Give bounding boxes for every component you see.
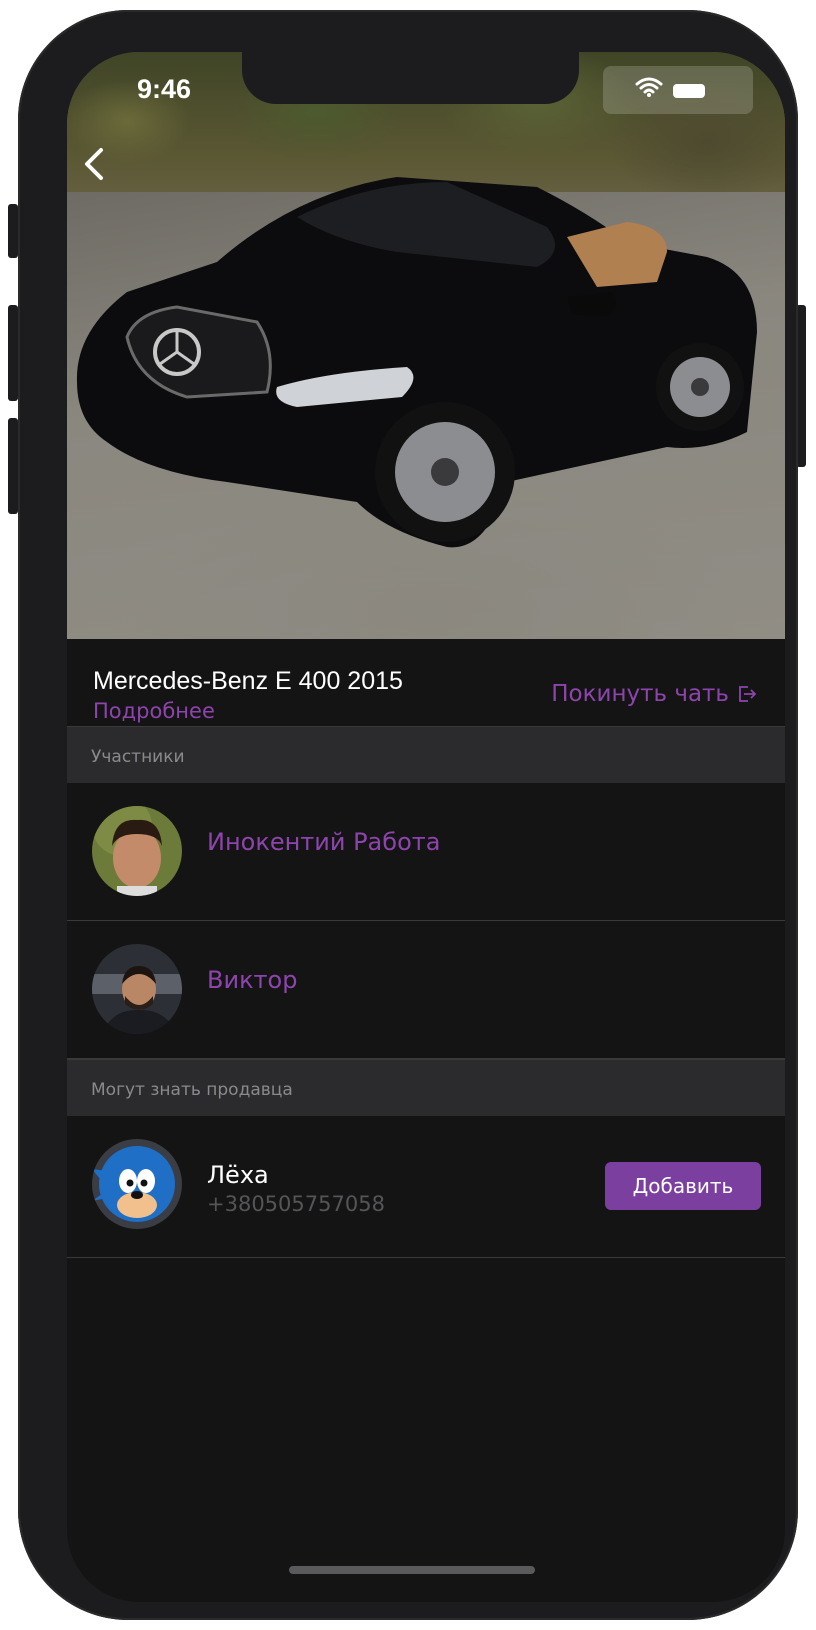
screen: 9:46 Mercedes-Benz E 400 2015 Подробнее … — [67, 52, 785, 1602]
chevron-left-icon[interactable] — [75, 142, 115, 186]
add-contact-button[interactable]: Добавить — [605, 1162, 761, 1210]
status-icons — [603, 66, 753, 114]
exit-icon — [739, 686, 757, 702]
leave-chat-label: Покинуть чать — [551, 681, 729, 707]
participant-name: Инокентий Работа — [207, 828, 441, 856]
volume-down-button — [8, 418, 18, 514]
leave-chat-button[interactable]: Покинуть чать — [551, 681, 757, 707]
status-time: 9:46 — [137, 74, 192, 104]
contact-name: Лёха — [207, 1161, 269, 1189]
participant-row[interactable]: Виктор — [67, 921, 785, 1059]
participant-row[interactable]: Инокентий Работа — [67, 783, 785, 921]
car-title: Mercedes-Benz E 400 2015 — [93, 667, 403, 695]
participant-name: Виктор — [207, 966, 298, 994]
phone-frame: 9:46 Mercedes-Benz E 400 2015 Подробнее … — [18, 10, 798, 1620]
home-indicator — [289, 1566, 535, 1574]
avatar — [92, 944, 182, 1034]
car-photo: 9:46 — [67, 52, 785, 639]
may-know-seller-header: Могут знать продавца — [67, 1059, 785, 1117]
may-know-seller-header-label: Могут знать продавца — [91, 1080, 293, 1100]
avatar — [92, 806, 182, 896]
sonic-avatar — [92, 1139, 182, 1229]
participants-header-label: Участники — [91, 747, 185, 767]
silent-switch — [8, 204, 18, 258]
battery-icon — [673, 84, 705, 98]
participants-header: Участники — [67, 726, 785, 784]
details-link[interactable]: Подробнее — [93, 699, 215, 723]
notch — [242, 52, 579, 104]
contact-phone: +380505757058 — [207, 1192, 385, 1216]
car-illustration — [76, 177, 758, 548]
volume-up-button — [8, 305, 18, 401]
contact-row: Лёха +380505757058 Добавить — [67, 1116, 785, 1258]
wifi-icon — [635, 77, 663, 97]
